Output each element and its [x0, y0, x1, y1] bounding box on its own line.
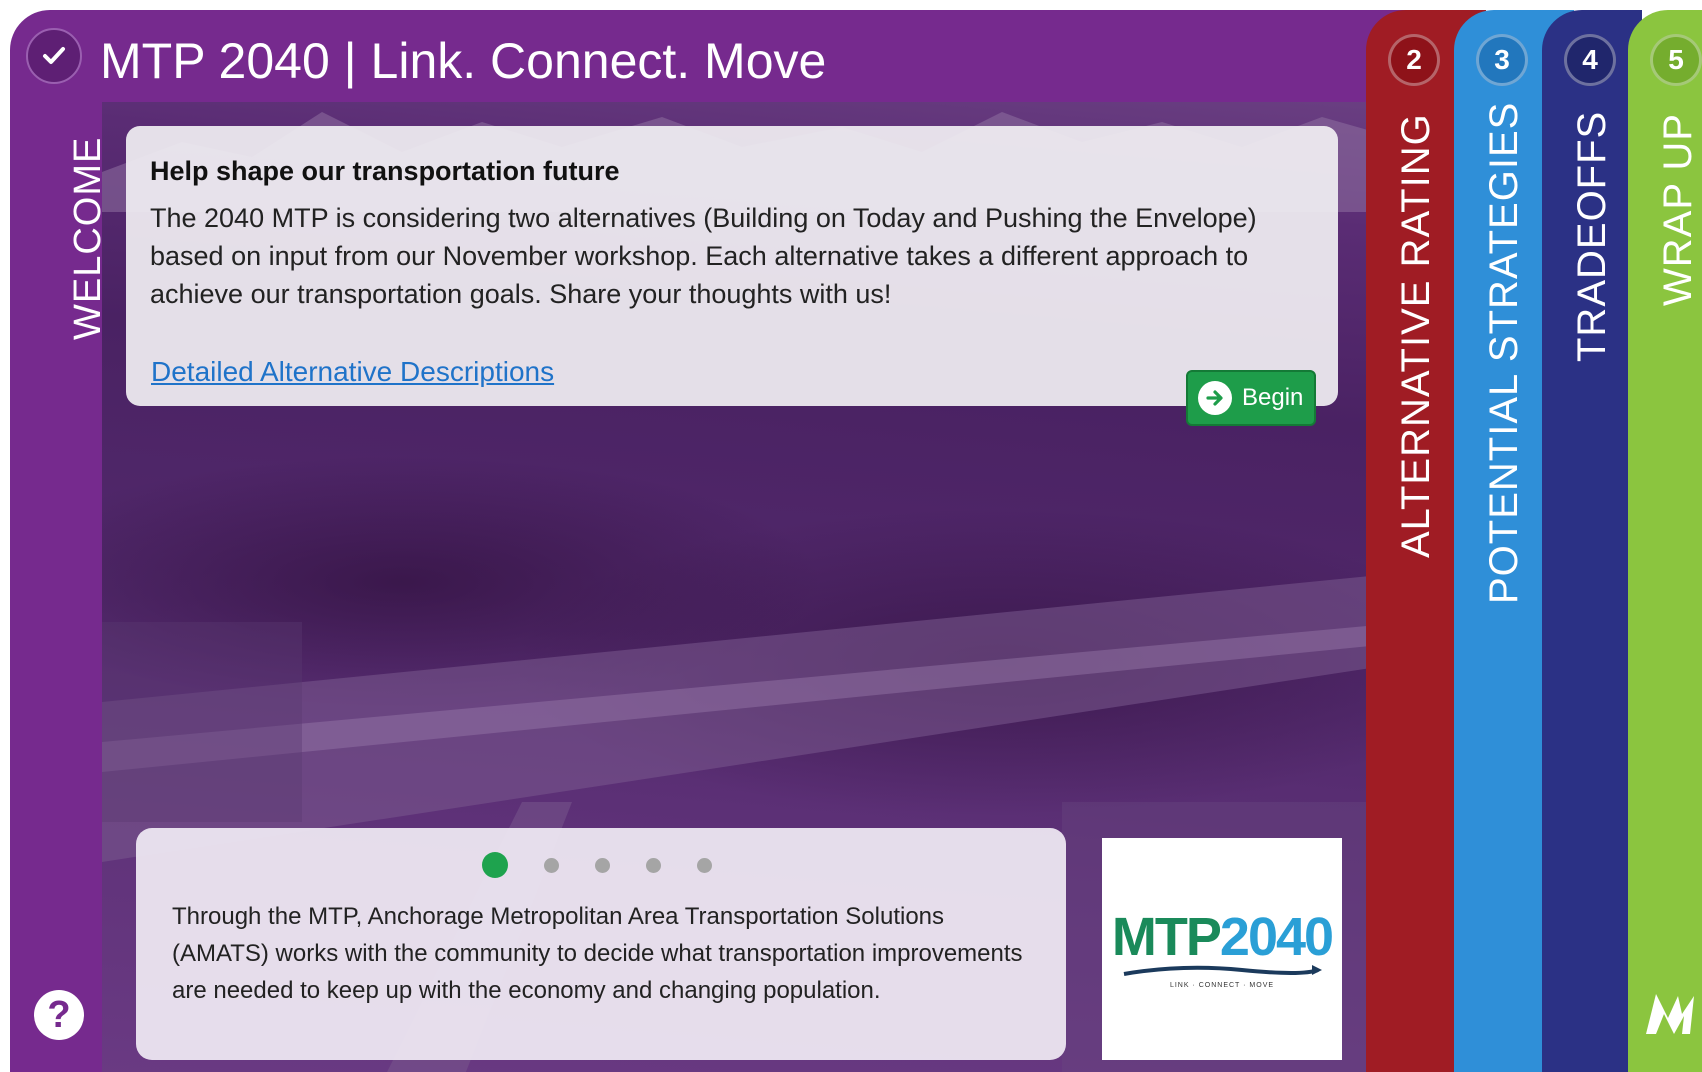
tab-tradeoffs[interactable]: 4 TRADEOFFS: [1542, 10, 1642, 1072]
begin-button[interactable]: Begin: [1186, 370, 1316, 426]
tab-label: WRAP UP: [1656, 113, 1700, 306]
detailed-descriptions-link[interactable]: Detailed Alternative Descriptions: [151, 356, 554, 388]
carousel-dots: [482, 852, 712, 878]
help-button[interactable]: ?: [34, 990, 84, 1040]
tab-wrap-up[interactable]: 5 WRAP UP: [1628, 10, 1702, 1072]
logo-tagline: LINK · CONNECT · MOVE: [1169, 981, 1275, 989]
tab-label: POTENTIAL STRATEGIES: [1482, 101, 1526, 604]
carousel-dot-2[interactable]: [544, 857, 559, 873]
info-card: Through the MTP, Anchorage Metropolitan …: [136, 828, 1066, 1060]
intro-body: The 2040 MTP is considering two alternat…: [150, 203, 1257, 309]
checkmark-icon: [26, 28, 82, 84]
question-mark-icon: ?: [47, 993, 71, 1036]
main-panel: MTP 2040 | Link. Connect. Move WELCOME ?…: [10, 10, 1410, 1072]
info-text: Through the MTP, Anchorage Metropolitan …: [172, 903, 1023, 1004]
tab-label: ALTERNATIVE RATING: [1394, 113, 1438, 558]
page-title: MTP 2040 | Link. Connect. Move: [100, 33, 827, 89]
logo-text-2040: 2040: [1219, 906, 1334, 967]
logo-text-mtp: MTP: [1111, 906, 1222, 967]
m-logo-icon: [1642, 984, 1698, 1040]
logo-swoosh-icon: [1123, 964, 1322, 976]
mtp2040-logo: MTP2040 LINK · CONNECT · MOVE: [1102, 838, 1342, 1060]
tab-label: TRADEOFFS: [1570, 110, 1614, 362]
carousel-dot-3[interactable]: [595, 857, 610, 873]
step-number: 4: [1564, 34, 1616, 86]
step-number: 2: [1388, 34, 1440, 86]
intro-heading: Help shape our transportation future: [150, 156, 620, 186]
intro-card: Help shape our transportation future The…: [126, 126, 1338, 406]
step-number: 5: [1650, 34, 1702, 86]
carousel-dot-4[interactable]: [646, 857, 661, 873]
carousel-dot-5[interactable]: [697, 857, 712, 873]
carousel-dot-1[interactable]: [482, 852, 508, 878]
begin-label: Begin: [1242, 384, 1304, 411]
step-number: 3: [1476, 34, 1528, 86]
arrow-right-circle-icon: [1198, 381, 1232, 415]
